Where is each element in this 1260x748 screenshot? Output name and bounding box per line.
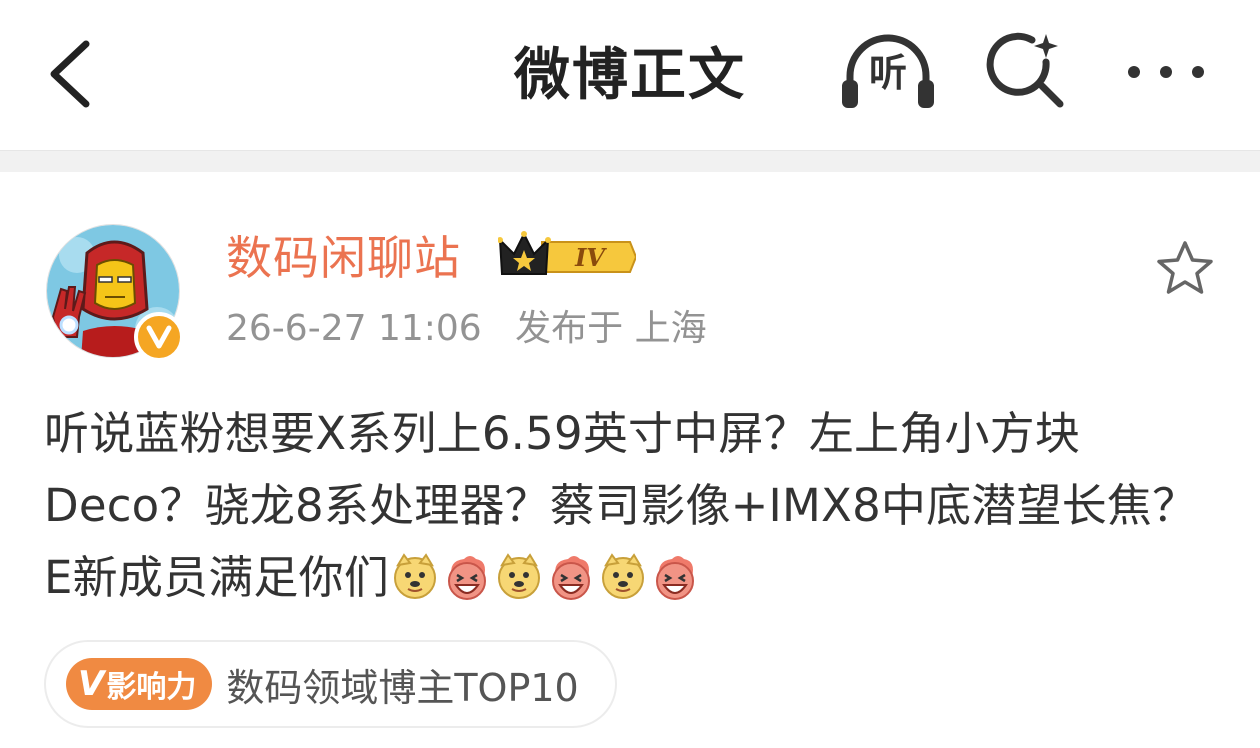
post-content: 听说蓝粉想要X系列上6.59英寸中屏？左上角小方块Deco？骁龙8系处理器？蔡司… [44, 398, 1214, 614]
post-timestamp: 26-6-27 11:06 [226, 308, 482, 349]
chevron-left-icon [50, 40, 90, 108]
favorite-button[interactable] [1152, 236, 1218, 302]
more-dots-icon [1128, 66, 1204, 78]
author-name[interactable]: 数码闲聊站 [226, 228, 461, 288]
doge-emoji-icon [598, 550, 648, 600]
back-button[interactable] [40, 36, 104, 112]
search-sparkle-icon [986, 32, 1064, 108]
post-location: 发布于 上海 [515, 308, 707, 349]
verified-v-icon [146, 325, 172, 349]
doge-emoji-icon [494, 550, 544, 600]
influence-badge-label: 影响力 [106, 670, 197, 705]
verified-badge [134, 312, 184, 362]
section-divider [0, 150, 1260, 172]
haha-emoji-icon [650, 550, 700, 600]
star-outline-icon [1157, 241, 1213, 294]
crown-vip-icon: IV [497, 231, 638, 275]
influence-badge: V 影响力 [66, 658, 213, 710]
search-button[interactable] [984, 28, 1074, 118]
influence-tag[interactable]: V 影响力 数码领域博主TOP10 [44, 640, 617, 728]
listen-label: 听 [868, 51, 907, 95]
top-nav-bar: 微博正文 听 [0, 0, 1260, 150]
vip-level-badge[interactable]: IV [497, 230, 638, 284]
haha-emoji-icon [546, 550, 596, 600]
influence-v-mark: V [78, 664, 105, 704]
doge-emoji-icon [390, 550, 440, 600]
influence-tag-text: 数码领域博主TOP10 [226, 665, 579, 710]
author-avatar[interactable] [46, 224, 186, 364]
haha-emoji-icon [442, 550, 492, 600]
post-meta: 26-6-27 11:06 发布于 上海 [226, 304, 707, 354]
listen-button[interactable]: 听 [836, 30, 940, 114]
more-button[interactable] [1118, 44, 1214, 100]
vip-level-text: IV [574, 243, 607, 272]
